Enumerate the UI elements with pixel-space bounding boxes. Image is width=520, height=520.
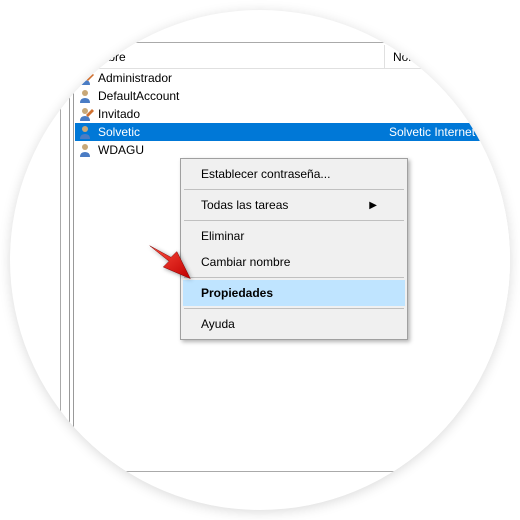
column-header-name[interactable]: Nombre — [75, 45, 385, 68]
user-name: Administrador — [98, 71, 172, 85]
chevron-right-icon: ▶ — [369, 200, 377, 211]
annotation-arrow-icon — [142, 238, 200, 296]
column-header-row: Nombre Nombre co — [75, 45, 510, 69]
user-icon — [79, 142, 95, 158]
menu-label: Establecer contraseña... — [201, 167, 330, 181]
menu-separator — [184, 189, 404, 190]
list-item[interactable]: Solvetic Solvetic Internet — [75, 123, 510, 141]
menu-help[interactable]: Ayuda — [183, 311, 405, 337]
user-icon — [79, 88, 95, 104]
user-fullname: Solvetic Internet — [385, 125, 510, 139]
pane-divider[interactable] — [73, 43, 74, 471]
user-icon — [79, 124, 95, 140]
user-icon — [79, 70, 95, 86]
list-item[interactable]: Administrador — [75, 69, 510, 87]
list-item[interactable]: WDAGU — [75, 141, 510, 159]
context-menu: Establecer contraseña... Todas las tarea… — [180, 158, 408, 340]
menu-delete[interactable]: Eliminar — [183, 223, 405, 249]
user-name: Solvetic — [98, 125, 140, 139]
list-item[interactable]: DefaultAccount — [75, 87, 510, 105]
user-icon — [79, 106, 95, 122]
user-name: DefaultAccount — [98, 89, 179, 103]
menu-properties[interactable]: Propiedades — [183, 280, 405, 306]
column-header-fullname[interactable]: Nombre co — [385, 45, 510, 68]
menu-all-tasks[interactable]: Todas las tareas ▶ — [183, 192, 405, 218]
menu-separator — [184, 220, 404, 221]
menu-rename[interactable]: Cambiar nombre — [183, 249, 405, 275]
menu-label: Cambiar nombre — [201, 255, 290, 269]
user-name: WDAGU — [98, 143, 144, 157]
menu-separator — [184, 308, 404, 309]
menu-label: Ayuda — [201, 317, 235, 331]
list-item[interactable]: Invitado — [75, 105, 510, 123]
pane-divider[interactable] — [69, 43, 70, 471]
menu-separator — [184, 277, 404, 278]
menu-set-password[interactable]: Establecer contraseña... — [183, 161, 405, 187]
user-name: Invitado — [98, 107, 140, 121]
menu-label: Eliminar — [201, 229, 244, 243]
menu-label: Propiedades — [201, 286, 273, 300]
menu-label: Todas las tareas — [201, 198, 288, 212]
user-list: Administrador DefaultAccount Invitado — [75, 69, 510, 159]
